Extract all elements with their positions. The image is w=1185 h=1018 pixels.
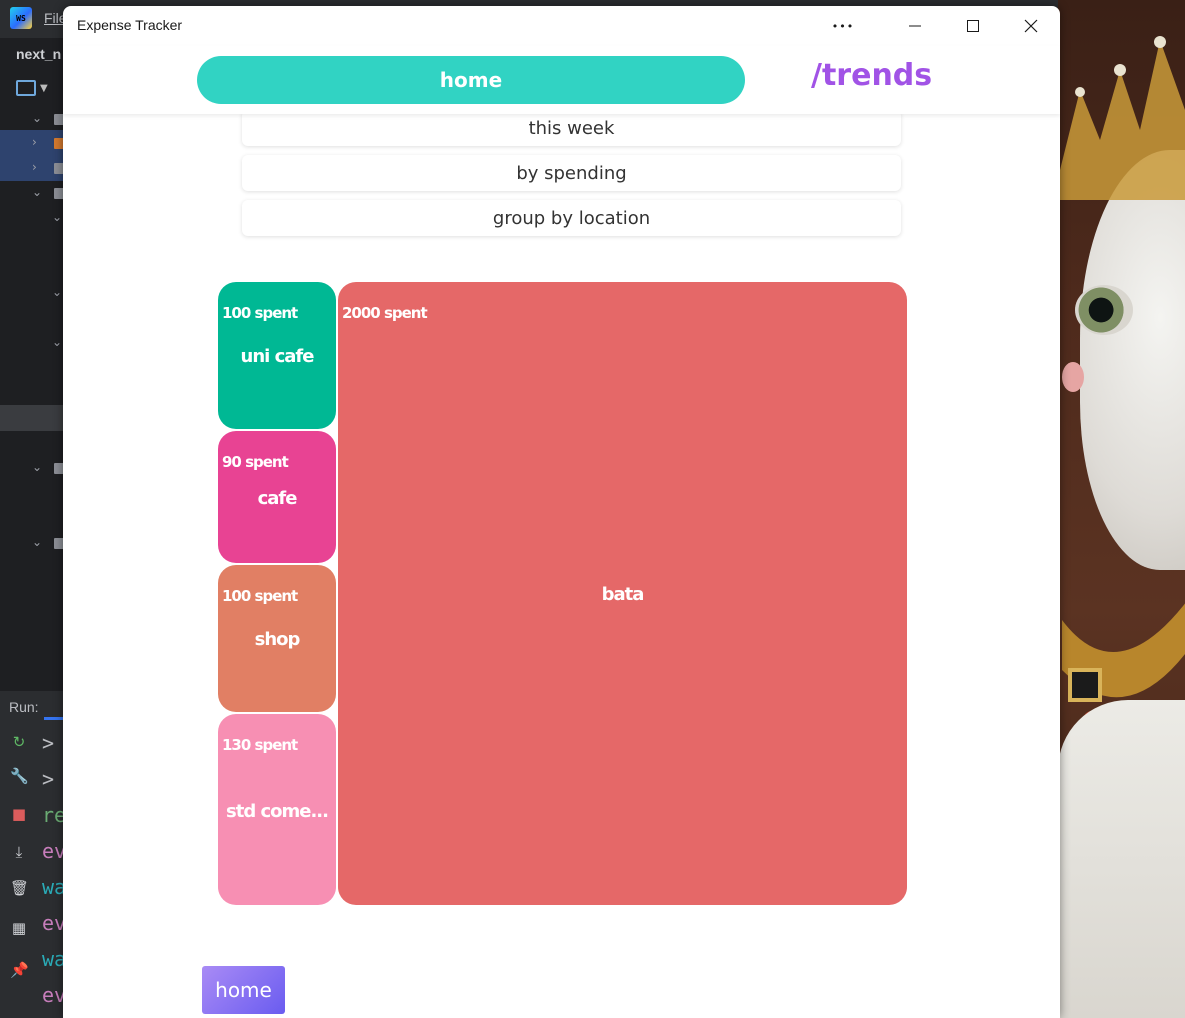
filter-sort[interactable]: by spending: [242, 155, 901, 191]
tree-row[interactable]: ⌄: [0, 330, 70, 356]
tile-location: std come...: [226, 801, 329, 822]
tree-row[interactable]: ⌄: [0, 530, 70, 556]
chevron-down-icon: ⌄: [32, 111, 43, 125]
layout-icon[interactable]: ▦: [10, 919, 28, 937]
webstorm-logo-icon: WS: [10, 7, 32, 29]
chevron-down-icon: ⌄: [52, 285, 63, 299]
chevron-right-icon: ›: [32, 160, 37, 174]
chevron-down-icon: ⌄: [32, 535, 43, 549]
tree-row[interactable]: ⌄: [0, 205, 70, 231]
nav-trends-link[interactable]: /trends: [811, 58, 932, 93]
scroll-to-end-icon[interactable]: ⤓: [10, 843, 28, 861]
console-line: >: [42, 731, 55, 755]
tile-amount: 90 spent: [222, 453, 289, 471]
top-navbar: home /trends: [63, 46, 1060, 114]
minimize-button[interactable]: [886, 6, 944, 46]
cat-head: [1080, 150, 1185, 570]
filter-period[interactable]: this week: [242, 110, 901, 146]
console-line: >: [42, 767, 55, 791]
close-button[interactable]: [1002, 6, 1060, 46]
ide-menubar: WS File: [0, 0, 70, 38]
tile-location: uni cafe: [240, 346, 315, 367]
tile-location: cafe: [257, 488, 298, 509]
tile-amount: 100 spent: [222, 304, 298, 322]
tree-row[interactable]: [0, 405, 70, 431]
tile-amount: 130 spent: [222, 736, 298, 754]
tile-location: shop: [254, 629, 301, 650]
spending-treemap: 100 spent uni cafe 90 spent cafe 100 spe…: [218, 282, 907, 905]
treemap-tile[interactable]: 100 spent shop: [218, 565, 336, 712]
pin-icon[interactable]: 📌: [10, 961, 29, 979]
window-title: Expense Tracker: [77, 17, 183, 33]
cat-nose: [1062, 362, 1084, 392]
minimize-icon: [909, 25, 921, 27]
tree-row[interactable]: ⌄: [0, 180, 70, 206]
tree-row[interactable]: ›: [0, 130, 70, 156]
wrench-icon[interactable]: 🔧: [10, 767, 29, 785]
cat-body: [1058, 700, 1185, 1018]
run-panel: Run: ↻ 🔧 ■ ⤓ 🗑 ▦ 📌 > > re ev wa ev wa ev: [0, 690, 70, 1018]
more-icon: •••: [831, 19, 855, 33]
window-titlebar[interactable]: Expense Tracker •••: [63, 6, 1060, 46]
treemap-tile[interactable]: 130 spent std come...: [218, 714, 336, 905]
cat-eye: [1075, 285, 1133, 335]
tree-row[interactable]: ›: [0, 155, 70, 181]
treemap-tile[interactable]: 2000 spent bata: [338, 282, 907, 905]
filter-group[interactable]: group by location: [242, 200, 901, 236]
ide-project-name[interactable]: next_n: [16, 46, 61, 62]
stop-icon[interactable]: ■: [10, 805, 28, 823]
tree-row[interactable]: ⌄: [0, 280, 70, 306]
maximize-icon: [967, 20, 979, 32]
close-icon: [1024, 19, 1038, 33]
tile-location: bata: [601, 584, 645, 605]
treemap-tile[interactable]: 90 spent cafe: [218, 431, 336, 563]
tile-amount: 2000 spent: [342, 304, 428, 322]
chevron-down-icon: ⌄: [52, 210, 63, 224]
chevron-down-icon[interactable]: ▼: [40, 83, 48, 94]
maximize-button[interactable]: [944, 6, 1002, 46]
home-button[interactable]: home: [202, 966, 285, 1014]
treemap-tile[interactable]: 100 spent uni cafe: [218, 282, 336, 429]
chevron-down-icon: ⌄: [32, 460, 43, 474]
tree-row[interactable]: ⌄: [0, 106, 70, 132]
chevron-down-icon: ⌄: [32, 185, 43, 199]
run-panel-label: Run:: [9, 699, 39, 715]
crown-icon: [1060, 36, 1185, 200]
tile-amount: 100 spent: [222, 587, 298, 605]
chevron-right-icon: ›: [32, 135, 37, 149]
chevron-down-icon: ⌄: [52, 335, 63, 349]
ide-background: WS File next_n ▼ ⌄ › › ⌄ ⌄ ⌄ ⌄ ⌄ ⌄ Run: …: [0, 0, 70, 1018]
rerun-icon[interactable]: ↻: [10, 733, 28, 751]
more-options-button[interactable]: •••: [814, 6, 872, 46]
nav-home-link[interactable]: home: [197, 56, 745, 104]
expense-tracker-window: Expense Tracker ••• home /trends this we…: [63, 6, 1060, 1018]
project-view-icon[interactable]: [16, 80, 36, 96]
tree-row[interactable]: ⌄: [0, 455, 70, 481]
trash-icon[interactable]: 🗑: [10, 879, 29, 897]
